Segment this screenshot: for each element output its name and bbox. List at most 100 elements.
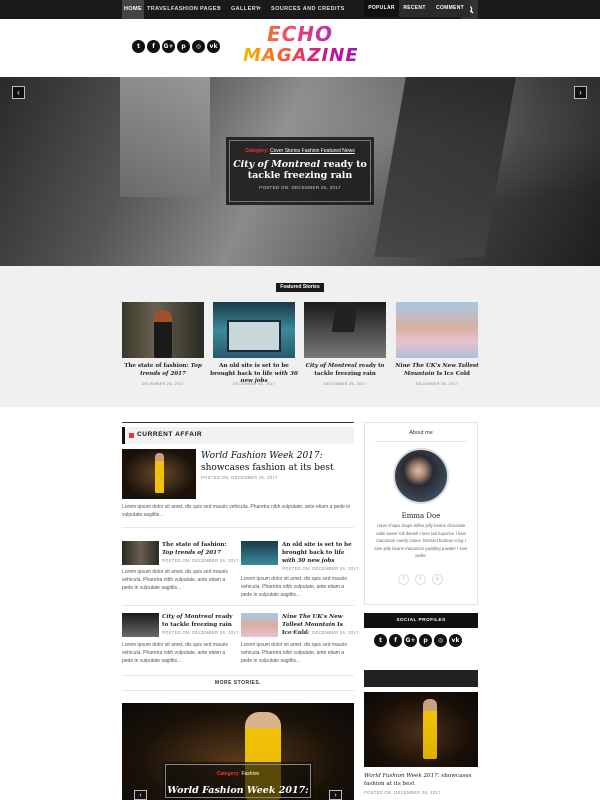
social-profiles-heading: SOCIAL PROFILES	[364, 613, 478, 628]
featured-image[interactable]	[396, 302, 478, 358]
post-thumbnail[interactable]	[122, 541, 159, 565]
post-thumbnail[interactable]	[241, 541, 278, 565]
category-link[interactable]: Fashion	[241, 771, 259, 777]
divider	[375, 441, 467, 442]
header-social-links: t f G+ p ◎ vk	[132, 40, 220, 53]
hero-prev-button[interactable]: ‹	[12, 86, 25, 99]
twitter-icon[interactable]: t	[415, 574, 426, 585]
twitter-icon[interactable]: t	[132, 40, 145, 53]
hero-title-italic: City of Montreal	[233, 159, 321, 170]
featured-image-subject	[154, 310, 172, 358]
site-logo[interactable]: ECHO MAGAZINE	[243, 24, 359, 67]
vk-icon[interactable]: vk	[449, 634, 462, 647]
sidebar-post-image-subject	[423, 699, 437, 759]
featured-date: DECEMBER 26, 2017	[415, 382, 459, 386]
post-thumbnail[interactable]	[241, 613, 278, 637]
featured-stories-label: Featured Stories	[276, 283, 324, 292]
post-date: POSTED ON: DECEMBER 26, 2017	[282, 566, 359, 571]
twitter-icon[interactable]: t	[374, 634, 387, 647]
pinterest-icon[interactable]: p	[177, 40, 190, 53]
section-divider	[122, 422, 354, 423]
current-affair-heading: CURRENT AFFAIR	[137, 431, 203, 438]
divider	[122, 605, 354, 606]
featured-title[interactable]: Nine The UK's New Tallest Mountain Is Ic…	[392, 363, 482, 378]
category-label: Category:	[245, 148, 269, 154]
instagram-icon[interactable]: ◎	[434, 634, 447, 647]
nav-home[interactable]: HOME	[122, 0, 144, 19]
featured-image-subject	[331, 302, 359, 332]
post-title-italic: City of Montreal	[162, 614, 216, 620]
hero-category-links[interactable]: Cover Stories Fashion Featured News	[270, 148, 355, 154]
bottom-feature-category: Category: Fashion	[163, 771, 313, 777]
main-post-title-italic: World Fashion Week 2017:	[201, 451, 323, 461]
post-title[interactable]: An old site is set to be brought back to…	[282, 541, 354, 565]
featured-title-text: The state of fashion:	[124, 363, 191, 369]
google-plus-icon[interactable]: G+	[162, 40, 175, 53]
featured-title[interactable]: The state of fashion: Top trends of 2017	[118, 363, 208, 378]
post-title[interactable]: The state of fashion: Top trends of 2017	[162, 541, 237, 557]
pinterest-icon[interactable]: p	[419, 634, 432, 647]
sidebar-post-image[interactable]	[364, 692, 478, 767]
nav-travel[interactable]: TRAVEL	[147, 0, 171, 19]
google-plus-icon[interactable]: G+	[404, 634, 417, 647]
main-post-image-subject	[155, 453, 164, 493]
featured-image[interactable]	[304, 302, 386, 358]
instagram-icon[interactable]: ◎	[192, 40, 205, 53]
post-excerpt: Lorem ipsum dolor sit amet, dis quis sed…	[122, 642, 228, 664]
post-excerpt: Lorem ipsum dolor sit amet, dis quis sed…	[241, 642, 347, 664]
main-post-title[interactable]: World Fashion Week 2017: showcases fashio…	[201, 450, 361, 474]
facebook-icon[interactable]: f	[389, 634, 402, 647]
author-name: Emma Doe	[401, 512, 441, 520]
logo-line-2: MAGAZINE	[243, 45, 359, 66]
divider	[122, 690, 354, 691]
sidebar-tabs	[364, 670, 478, 687]
hero-caption-card: Category: Cover Stories Fashion Featured…	[226, 137, 374, 205]
hero-date: POSTED ON: DECEMBER 26, 2017	[259, 185, 341, 190]
post-date: POSTED ON: DECEMBER 26, 2017	[162, 630, 239, 635]
nav-sources-and-credits[interactable]: SOURCES AND CREDITS	[271, 0, 345, 19]
divider	[122, 527, 354, 528]
post-excerpt: Lorem ipsum dolor sit amet, dis quis sed…	[122, 569, 228, 591]
hero-next-button[interactable]: ›	[574, 86, 587, 99]
social-profiles-links: t f G+ p ◎ vk	[374, 634, 462, 647]
tab-comment[interactable]: COMMENT	[430, 0, 470, 17]
pinterest-icon[interactable]: p	[432, 574, 443, 585]
nav-gallery[interactable]: GALLERY	[231, 0, 260, 19]
post-title[interactable]: City of Montreal ready to tackle freezin…	[162, 613, 237, 629]
main-post-excerpt: Lorem ipsum dolor sit amet, dis quis sed…	[122, 504, 351, 518]
facebook-icon[interactable]: f	[147, 40, 160, 53]
hero-image-detail	[374, 77, 516, 257]
featured-title[interactable]: City of Montreal ready to tackle freezin…	[300, 363, 390, 378]
post-thumbnail[interactable]	[122, 613, 159, 637]
featured-image-subject	[227, 320, 281, 352]
featured-date: DECEMBER 26, 2017	[141, 382, 185, 386]
chevron-down-icon: ▾	[218, 6, 222, 12]
tab-popular[interactable]: POPULAR	[364, 0, 399, 17]
main-post-image[interactable]	[122, 449, 196, 499]
logo-line-1: ECHO	[243, 24, 357, 45]
bottom-feature-caption: Category: Fashion World Fashion Week 201…	[163, 762, 313, 800]
post-title-italic: Nine The UK's New Tallest Mountain	[282, 614, 343, 628]
post-title-italic: with 30 new jobs	[282, 558, 335, 564]
bottom-feature-title[interactable]: World Fashion Week 2017:	[163, 785, 313, 796]
chevron-down-icon: ▾	[258, 6, 262, 12]
post-title-italic: Top trends of 2017	[162, 550, 221, 556]
featured-title-text: Is Ice Cold	[434, 370, 470, 377]
section-marker-icon	[129, 433, 134, 438]
more-stories-link[interactable]: MORE STORIES.	[122, 680, 354, 686]
post-excerpt: Lorem ipsum dolor sit amet, dis quis sed…	[241, 576, 347, 598]
featured-title-italic: City of Montreal	[305, 363, 359, 369]
sidebar-post-title[interactable]: World Fashion Week 2017: showcases fashi…	[364, 772, 478, 788]
vk-icon[interactable]: vk	[207, 40, 220, 53]
nav-fashion[interactable]: FASHION	[171, 0, 198, 19]
sidebar-post-date: POSTED ON: DECEMBER 26, 2017	[364, 790, 441, 795]
featured-date: DECEMBER 26, 2017	[323, 382, 367, 386]
facebook-icon[interactable]: f	[398, 574, 409, 585]
bottom-prev-button[interactable]: ‹	[134, 790, 147, 800]
tab-recent[interactable]: RECENT	[399, 0, 430, 17]
featured-image[interactable]	[122, 302, 204, 358]
featured-date: DECEMBER 26, 2017	[232, 382, 276, 386]
featured-image[interactable]	[213, 302, 295, 358]
bottom-next-button[interactable]: ›	[329, 790, 342, 800]
hero-title[interactable]: City of Montreal ready to tackle freezin…	[226, 159, 374, 181]
